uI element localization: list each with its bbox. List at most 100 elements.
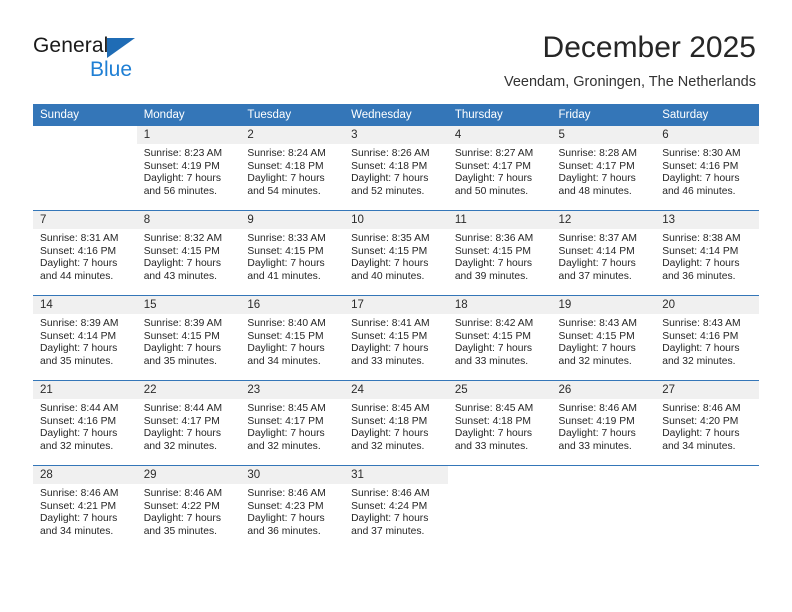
day-number: 5 bbox=[551, 126, 656, 144]
calendar-day-cell[interactable]: 15 Sunrise: 8:39 AM Sunset: 4:15 PM Dayligh… bbox=[136, 295, 241, 381]
calendar-day-cell[interactable]: 17 Sunrise: 8:41 AM Sunset: 4:15 PM Dayligh… bbox=[344, 295, 448, 381]
day-details: Sunrise: 8:43 AM Sunset: 4:15 PM Daylight:… bbox=[552, 314, 656, 368]
day-details: Sunrise: 8:45 AM Sunset: 4:17 PM Daylight:… bbox=[240, 399, 344, 453]
day-daylight-2-text: and 41 minutes. bbox=[247, 270, 321, 282]
day-cell: 29 Sunrise: 8:46 AM Sunset: 4:22 PM Dayligh… bbox=[136, 466, 241, 550]
day-sunrise-text: Sunrise: 8:40 AM bbox=[247, 318, 326, 329]
day-cell: 2 Sunrise: 8:24 AM Sunset: 4:18 PM Daylight… bbox=[240, 126, 345, 210]
day-sunset-text: Sunset: 4:18 PM bbox=[247, 160, 324, 172]
day-cell: 7 Sunrise: 8:31 AM Sunset: 4:16 PM Daylight… bbox=[33, 211, 137, 295]
day-sunrise-text: Sunrise: 8:39 AM bbox=[143, 318, 223, 329]
day-cell: 19 Sunrise: 8:43 AM Sunset: 4:15 PM Dayligh… bbox=[551, 296, 656, 380]
day-sunrise-text: Sunrise: 8:46 AM bbox=[40, 488, 119, 499]
calendar-week-row: 14 Sunrise: 8:39 AM Sunset: 4:14 PM Dayligh… bbox=[33, 295, 759, 381]
day-details: Sunrise: 8:46 AM Sunset: 4:23 PM Daylight:… bbox=[240, 484, 344, 538]
calendar-day-cell[interactable]: 31 Sunrise: 8:46 AM Sunset: 4:24 PM Dayligh… bbox=[344, 465, 448, 550]
calendar-day-cell[interactable]: 16 Sunrise: 8:40 AM Sunset: 4:15 PM Dayligh… bbox=[240, 295, 345, 381]
calendar-day-cell[interactable]: 29 Sunrise: 8:46 AM Sunset: 4:22 PM Dayligh… bbox=[136, 465, 241, 550]
day-number: 25 bbox=[447, 381, 552, 399]
calendar-day-cell[interactable]: 7 Sunrise: 8:31 AM Sunset: 4:16 PM Daylight… bbox=[33, 210, 137, 296]
calendar-day-cell[interactable]: 18 Sunrise: 8:42 AM Sunset: 4:15 PM Dayligh… bbox=[447, 295, 552, 381]
day-details: Sunrise: 8:37 AM Sunset: 4:14 PM Daylight:… bbox=[552, 229, 656, 283]
day-daylight-2-text: and 36 minutes. bbox=[662, 270, 736, 282]
calendar-day-cell[interactable]: 22 Sunrise: 8:44 AM Sunset: 4:17 PM Dayligh… bbox=[136, 380, 241, 466]
calendar-day-cell[interactable]: 30 Sunrise: 8:46 AM Sunset: 4:23 PM Dayligh… bbox=[240, 465, 345, 550]
calendar-day-cell[interactable]: 21 Sunrise: 8:44 AM Sunset: 4:16 PM Dayligh… bbox=[33, 380, 137, 466]
day-daylight-2-text: and 43 minutes. bbox=[143, 270, 217, 282]
day-cell: 5 Sunrise: 8:28 AM Sunset: 4:17 PM Daylight… bbox=[551, 126, 656, 210]
day-daylight-1-text: Daylight: 7 hours bbox=[662, 428, 740, 440]
day-cell: 12 Sunrise: 8:37 AM Sunset: 4:14 PM Dayligh… bbox=[551, 211, 656, 295]
day-sunrise-text: Sunrise: 8:46 AM bbox=[558, 403, 637, 414]
day-sunset-text: Sunset: 4:16 PM bbox=[662, 160, 739, 172]
day-details: Sunrise: 8:46 AM Sunset: 4:19 PM Daylight:… bbox=[552, 399, 656, 453]
calendar-day-cell[interactable]: 19 Sunrise: 8:43 AM Sunset: 4:15 PM Dayligh… bbox=[551, 295, 656, 381]
day-sunrise-text: Sunrise: 8:45 AM bbox=[247, 403, 326, 414]
day-details: Sunrise: 8:24 AM Sunset: 4:18 PM Daylight:… bbox=[240, 144, 344, 198]
calendar-day-cell[interactable]: 9 Sunrise: 8:33 AM Sunset: 4:15 PM Daylight… bbox=[240, 210, 345, 296]
day-details: Sunrise: 8:46 AM Sunset: 4:22 PM Daylight:… bbox=[137, 484, 241, 538]
day-daylight-2-text: and 32 minutes. bbox=[662, 355, 736, 367]
calendar-day-cell[interactable]: 11 Sunrise: 8:36 AM Sunset: 4:15 PM Dayligh… bbox=[447, 210, 552, 296]
calendar-day-cell[interactable]: 6 Sunrise: 8:30 AM Sunset: 4:16 PM Daylight… bbox=[655, 126, 759, 211]
calendar-day-cell[interactable]: 13 Sunrise: 8:38 AM Sunset: 4:14 PM Dayligh… bbox=[655, 210, 759, 296]
day-sunrise-text: Sunrise: 8:46 AM bbox=[143, 488, 223, 499]
day-daylight-1-text: Daylight: 7 hours bbox=[247, 513, 325, 525]
day-cell: 22 Sunrise: 8:44 AM Sunset: 4:17 PM Dayligh… bbox=[136, 381, 241, 465]
day-number: 4 bbox=[447, 126, 552, 144]
calendar-day-cell[interactable]: 20 Sunrise: 8:43 AM Sunset: 4:16 PM Dayligh… bbox=[655, 295, 759, 381]
calendar-day-cell[interactable]: 25 Sunrise: 8:45 AM Sunset: 4:18 PM Dayligh… bbox=[447, 380, 552, 466]
day-details: Sunrise: 8:45 AM Sunset: 4:18 PM Daylight:… bbox=[448, 399, 552, 453]
day-daylight-2-text: and 56 minutes. bbox=[143, 185, 217, 197]
calendar-day-cell[interactable]: 24 Sunrise: 8:45 AM Sunset: 4:18 PM Dayligh… bbox=[344, 380, 448, 466]
day-daylight-1-text: Daylight: 7 hours bbox=[454, 258, 533, 270]
day-cell: 6 Sunrise: 8:30 AM Sunset: 4:16 PM Daylight… bbox=[655, 126, 759, 210]
day-cell: 13 Sunrise: 8:38 AM Sunset: 4:14 PM Dayligh… bbox=[655, 211, 759, 295]
calendar-day-cell[interactable]: 4 Sunrise: 8:27 AM Sunset: 4:17 PM Daylight… bbox=[447, 126, 552, 211]
brand-logo[interactable]: General Blue bbox=[33, 34, 273, 90]
day-number: 2 bbox=[240, 126, 345, 144]
calendar-day-cell bbox=[655, 465, 759, 550]
calendar-table: Sunday Monday Tuesday Wednesday Thursday Frid… bbox=[33, 104, 759, 550]
day-details: Sunrise: 8:30 AM Sunset: 4:16 PM Daylight:… bbox=[655, 144, 759, 198]
day-sunrise-text: Sunrise: 8:44 AM bbox=[143, 403, 223, 414]
calendar-day-cell[interactable]: 3 Sunrise: 8:26 AM Sunset: 4:18 PM Daylight… bbox=[344, 126, 448, 211]
day-daylight-1-text: Daylight: 7 hours bbox=[143, 513, 221, 525]
day-cell: 30 Sunrise: 8:46 AM Sunset: 4:23 PM Dayligh… bbox=[240, 466, 345, 550]
day-details: Sunrise: 8:44 AM Sunset: 4:16 PM Daylight:… bbox=[33, 399, 137, 453]
calendar-day-cell[interactable]: 14 Sunrise: 8:39 AM Sunset: 4:14 PM Dayligh… bbox=[33, 295, 137, 381]
day-cell: 16 Sunrise: 8:40 AM Sunset: 4:15 PM Dayligh… bbox=[240, 296, 345, 380]
day-cell: 11 Sunrise: 8:36 AM Sunset: 4:15 PM Dayligh… bbox=[447, 211, 552, 295]
calendar-header-row: Sunday Monday Tuesday Wednesday Thursday Frid… bbox=[33, 104, 759, 126]
day-details: Sunrise: 8:26 AM Sunset: 4:18 PM Daylight:… bbox=[344, 144, 448, 198]
day-sunset-text: Sunset: 4:21 PM bbox=[40, 500, 117, 512]
calendar-day-cell[interactable]: 2 Sunrise: 8:24 AM Sunset: 4:18 PM Daylight… bbox=[240, 126, 345, 211]
calendar-day-cell[interactable]: 28 Sunrise: 8:46 AM Sunset: 4:21 PM Dayligh… bbox=[33, 465, 137, 550]
calendar-day-cell[interactable]: 5 Sunrise: 8:28 AM Sunset: 4:17 PM Daylight… bbox=[551, 126, 656, 211]
calendar-day-cell[interactable]: 10 Sunrise: 8:35 AM Sunset: 4:15 PM Dayligh… bbox=[344, 210, 448, 296]
day-cell: 25 Sunrise: 8:45 AM Sunset: 4:18 PM Dayligh… bbox=[447, 381, 552, 465]
calendar-day-cell[interactable]: 27 Sunrise: 8:46 AM Sunset: 4:20 PM Dayligh… bbox=[655, 380, 759, 466]
page-header: General Blue December 2025 Veendam, Gron… bbox=[0, 0, 792, 104]
day-cell: 21 Sunrise: 8:44 AM Sunset: 4:16 PM Dayligh… bbox=[33, 381, 137, 465]
day-sunset-text: Sunset: 4:20 PM bbox=[662, 415, 739, 427]
day-sunset-text: Sunset: 4:15 PM bbox=[143, 245, 220, 257]
calendar-day-cell[interactable]: 8 Sunrise: 8:32 AM Sunset: 4:15 PM Daylight… bbox=[136, 210, 241, 296]
day-number: 28 bbox=[33, 466, 137, 484]
day-cell: 27 Sunrise: 8:46 AM Sunset: 4:20 PM Dayligh… bbox=[655, 381, 759, 465]
day-sunset-text: Sunset: 4:19 PM bbox=[558, 415, 635, 427]
day-cell: 20 Sunrise: 8:43 AM Sunset: 4:16 PM Dayligh… bbox=[655, 296, 759, 380]
day-number: 29 bbox=[136, 466, 241, 484]
calendar-day-cell[interactable]: 12 Sunrise: 8:37 AM Sunset: 4:14 PM Dayligh… bbox=[551, 210, 656, 296]
day-number: 12 bbox=[551, 211, 656, 229]
day-daylight-1-text: Daylight: 7 hours bbox=[558, 343, 636, 355]
day-daylight-1-text: Daylight: 7 hours bbox=[143, 173, 221, 185]
day-sunset-text: Sunset: 4:18 PM bbox=[454, 415, 531, 427]
calendar-day-cell[interactable]: 1 Sunrise: 8:23 AM Sunset: 4:19 PM Daylight… bbox=[136, 126, 241, 211]
day-details: Sunrise: 8:44 AM Sunset: 4:17 PM Daylight:… bbox=[137, 399, 241, 453]
calendar-day-cell[interactable]: 26 Sunrise: 8:46 AM Sunset: 4:19 PM Dayligh… bbox=[551, 380, 656, 466]
calendar-day-cell[interactable]: 23 Sunrise: 8:45 AM Sunset: 4:17 PM Dayligh… bbox=[240, 380, 345, 466]
day-sunset-text: Sunset: 4:16 PM bbox=[662, 330, 739, 342]
day-daylight-1-text: Daylight: 7 hours bbox=[351, 173, 429, 185]
day-sunrise-text: Sunrise: 8:24 AM bbox=[247, 148, 326, 159]
